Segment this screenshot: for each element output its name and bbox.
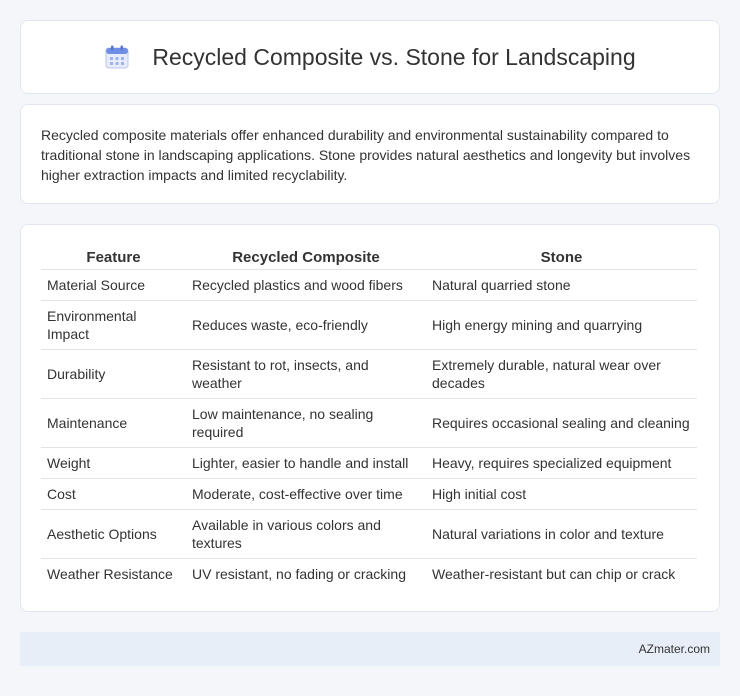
table-cell: Maintenance [41, 398, 186, 448]
table-cell: Low maintenance, no sealing required [186, 398, 426, 448]
table-cell: Weight [41, 447, 186, 479]
table-row: Durability Resistant to rot, insects, an… [41, 349, 697, 399]
column-header: Feature [41, 247, 186, 270]
table-cell: Durability [41, 349, 186, 399]
table-header-row: Feature Recycled Composite Stone [41, 247, 697, 270]
footer: AZmater.com [20, 632, 720, 666]
calendar-icon [105, 45, 129, 69]
table-cell: Natural quarried stone [426, 269, 697, 301]
column-header: Stone [426, 247, 697, 270]
table-cell: Weather Resistance [47, 565, 173, 582]
column-header: Recycled Composite [186, 247, 426, 270]
summary-card: Recycled composite materials offer enhan… [20, 104, 720, 204]
table-cell: Recycled plastics and wood fibers [186, 269, 426, 301]
comparison-card: Feature Recycled Composite Stone Materia… [20, 224, 720, 612]
table-row: Weather Resistance UV resistant, no fadi… [41, 558, 697, 589]
table-row: Cost Moderate, cost-effective over time … [41, 478, 697, 510]
table-cell: Material Source [41, 269, 186, 301]
table-cell: Requires occasional sealing and cleaning [426, 398, 697, 448]
table-cell: Extremely durable, natural wear over dec… [426, 349, 697, 399]
table-cell: Environmental Impact [41, 300, 186, 350]
table-cell: UV resistant, no fading or cracking [192, 565, 406, 582]
summary-text: Recycled composite materials offer enhan… [41, 127, 691, 183]
page-title: Recycled Composite vs. Stone for Landsca… [152, 43, 636, 70]
comparison-table: Feature Recycled Composite Stone Materia… [41, 247, 697, 589]
table-row: Environmental Impact Reduces waste, eco-… [41, 300, 697, 350]
table-cell: High energy mining and quarrying [426, 300, 697, 350]
table-cell: Weather-resistant but can chip or crack [432, 565, 676, 582]
table-cell: Natural variations in color and texture [426, 509, 697, 559]
table-cell: Reduces waste, eco-friendly [186, 300, 426, 350]
table-cell: High initial cost [426, 478, 697, 510]
footer-site-link[interactable]: AZmater.com [639, 642, 710, 656]
table-cell: Heavy, requires specialized equipment [426, 447, 697, 479]
table-cell: Available in various colors and textures [186, 509, 426, 559]
table-cell: Cost [41, 478, 186, 510]
table-cell: Lighter, easier to handle and install [186, 447, 426, 479]
table-row: Material Source Recycled plastics and wo… [41, 269, 697, 301]
title-card: Recycled Composite vs. Stone for Landsca… [20, 20, 720, 94]
table-row: Weight Lighter, easier to handle and ins… [41, 447, 697, 479]
table-cell: Resistant to rot, insects, and weather [186, 349, 426, 399]
table-cell: Aesthetic Options [41, 509, 186, 559]
table-row: Aesthetic Options Available in various c… [41, 509, 697, 559]
table-row: Maintenance Low maintenance, no sealing … [41, 398, 697, 448]
table-cell: Moderate, cost-effective over time [186, 478, 426, 510]
